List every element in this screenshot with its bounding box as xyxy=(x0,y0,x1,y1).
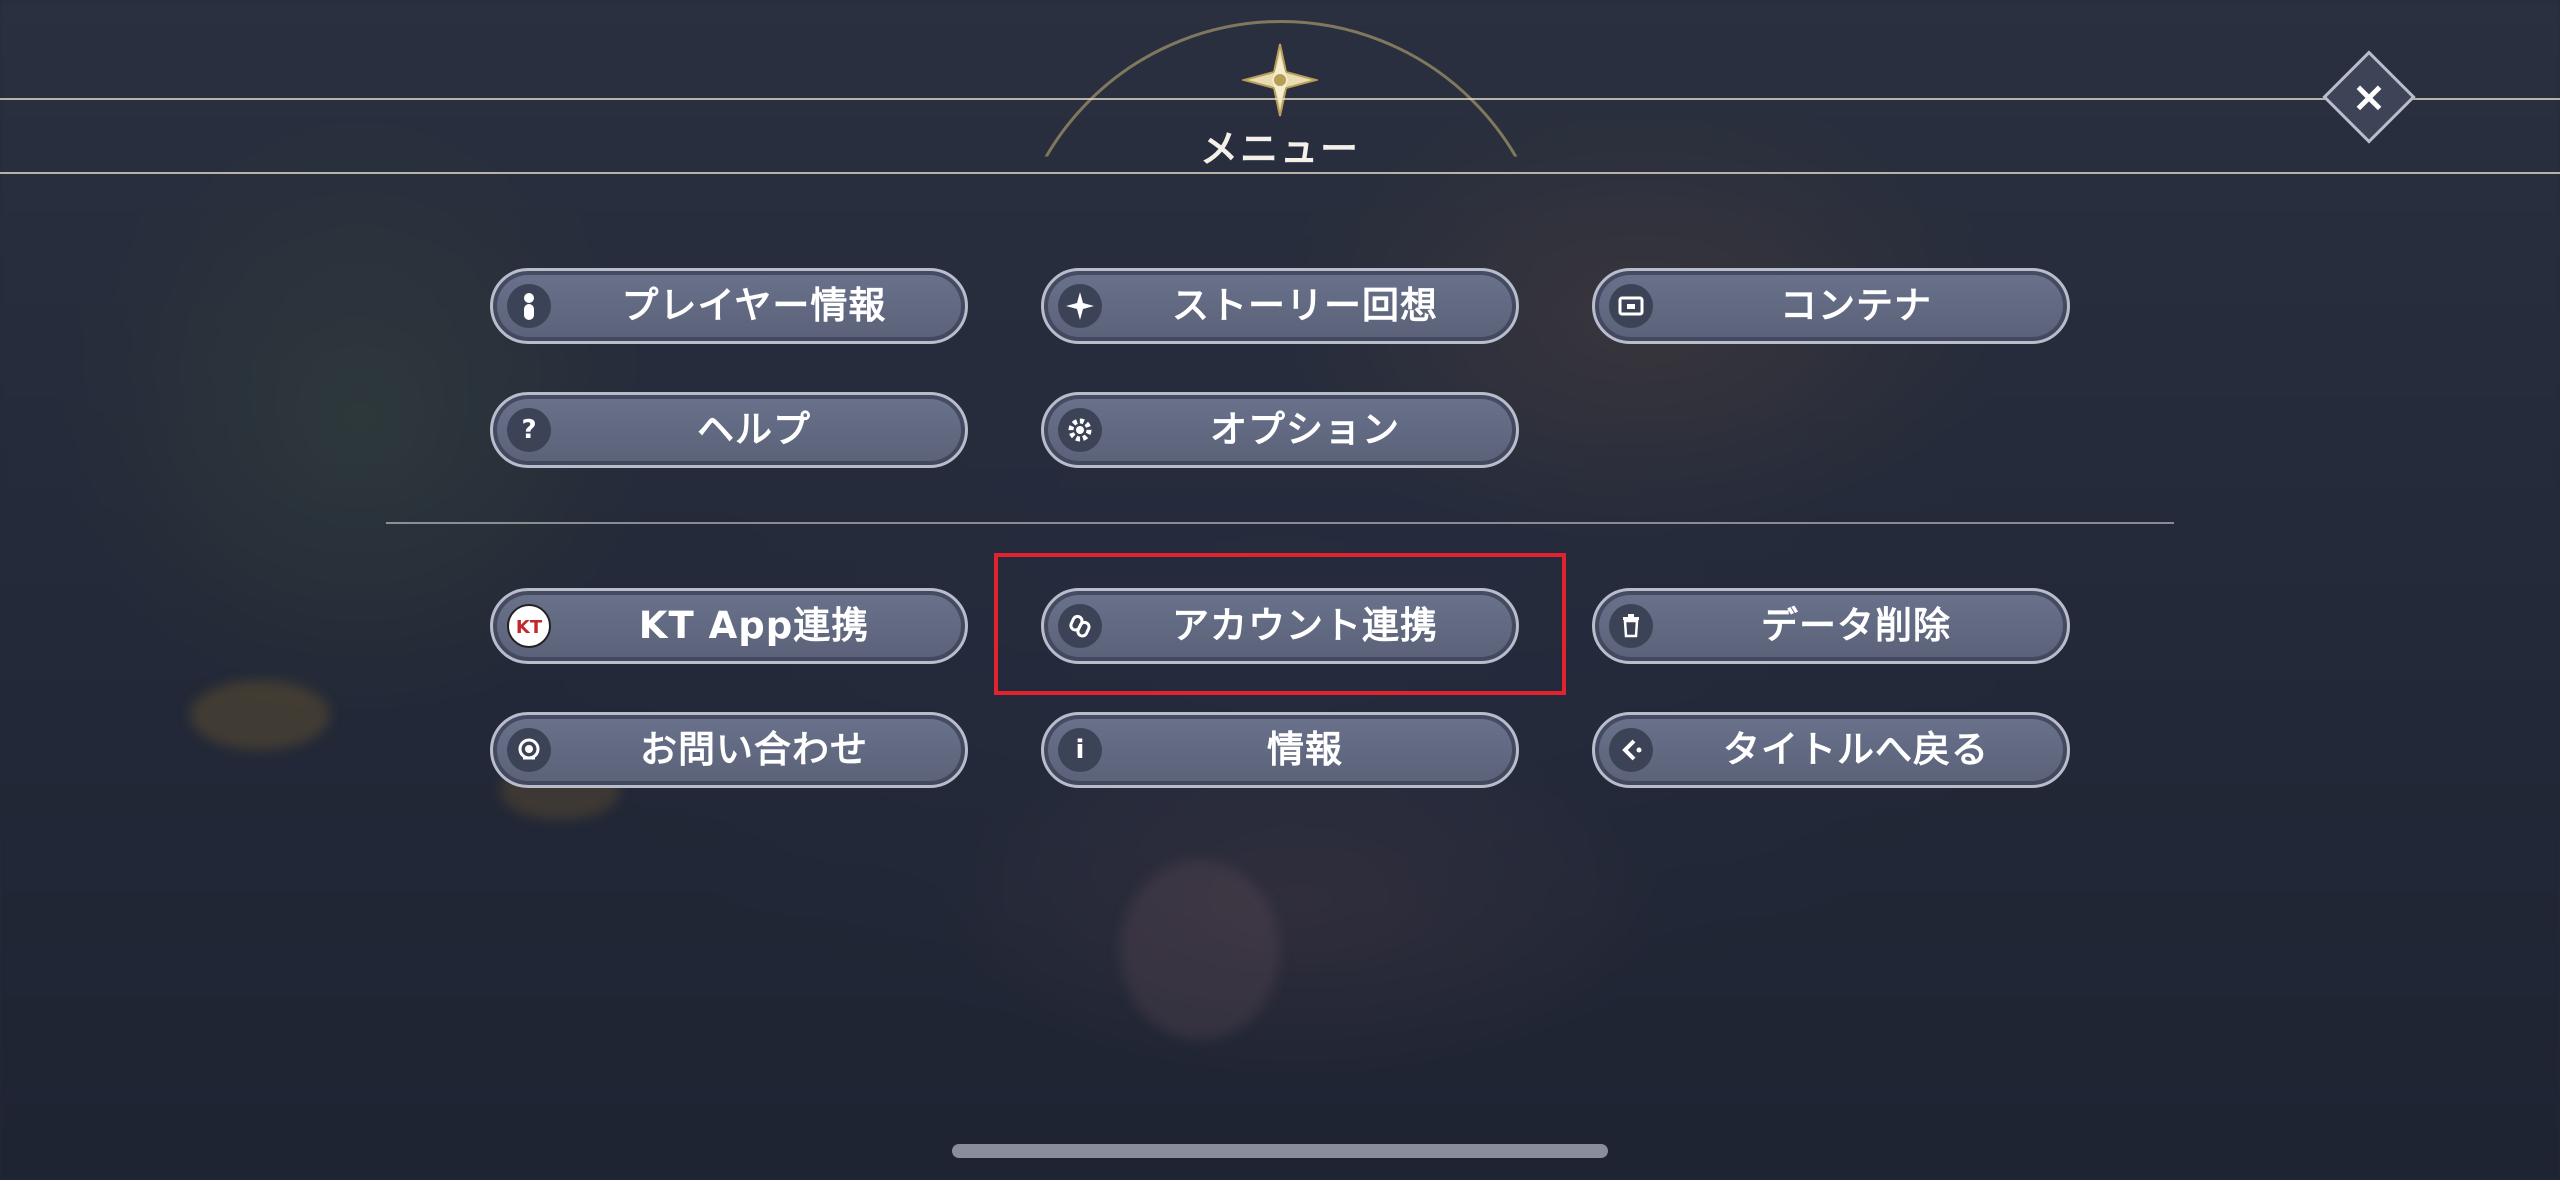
button-label: KT App連携 xyxy=(638,604,870,647)
gear-icon xyxy=(1058,408,1102,452)
close-icon[interactable]: × xyxy=(2336,64,2402,130)
question-icon: ? xyxy=(507,408,551,452)
button-label: お問い合わせ xyxy=(640,728,868,771)
button-label: コンテナ xyxy=(1780,284,1932,327)
back-arrow-icon xyxy=(1609,728,1653,772)
info-icon: i xyxy=(1058,728,1102,772)
section-divider xyxy=(386,522,2174,524)
compass-star-icon xyxy=(1242,43,1318,117)
button-label: 情報 xyxy=(1267,728,1343,771)
back-to-title-button[interactable]: タイトルへ戻る xyxy=(1592,712,2070,788)
button-label: オプション xyxy=(1210,408,1400,451)
selection-highlight xyxy=(994,553,1566,695)
button-label: ヘルプ xyxy=(697,408,811,451)
person-icon xyxy=(507,284,551,328)
button-label: データ削除 xyxy=(1761,604,1951,647)
home-indicator[interactable] xyxy=(952,1144,1608,1158)
kt-app-link-button[interactable]: KT KT App連携 xyxy=(490,588,968,664)
container-button[interactable]: コンテナ xyxy=(1592,268,2070,344)
page-title: メニュー xyxy=(1199,127,1360,171)
headset-icon xyxy=(507,728,551,772)
button-label: プレイヤー情報 xyxy=(621,284,887,327)
story-recall-button[interactable]: ストーリー回想 xyxy=(1041,268,1519,344)
info-button[interactable]: i 情報 xyxy=(1041,712,1519,788)
contact-button[interactable]: お問い合わせ xyxy=(490,712,968,788)
delete-data-button[interactable]: データ削除 xyxy=(1592,588,2070,664)
player-info-button[interactable]: プレイヤー情報 xyxy=(490,268,968,344)
header-line-top xyxy=(0,98,2560,100)
kt-app-icon: KT xyxy=(507,604,551,648)
button-label: タイトルへ戻る xyxy=(1723,728,1989,771)
options-button[interactable]: オプション xyxy=(1041,392,1519,468)
bg-blur-light xyxy=(190,680,330,750)
trash-icon xyxy=(1609,604,1653,648)
chest-icon xyxy=(1609,284,1653,328)
menu-header: メニュー xyxy=(0,0,2560,180)
help-button[interactable]: ? ヘルプ xyxy=(490,392,968,468)
button-label: ストーリー回想 xyxy=(1172,284,1438,327)
bg-blur-light xyxy=(1120,860,1280,1040)
sparkle-icon xyxy=(1058,284,1102,328)
